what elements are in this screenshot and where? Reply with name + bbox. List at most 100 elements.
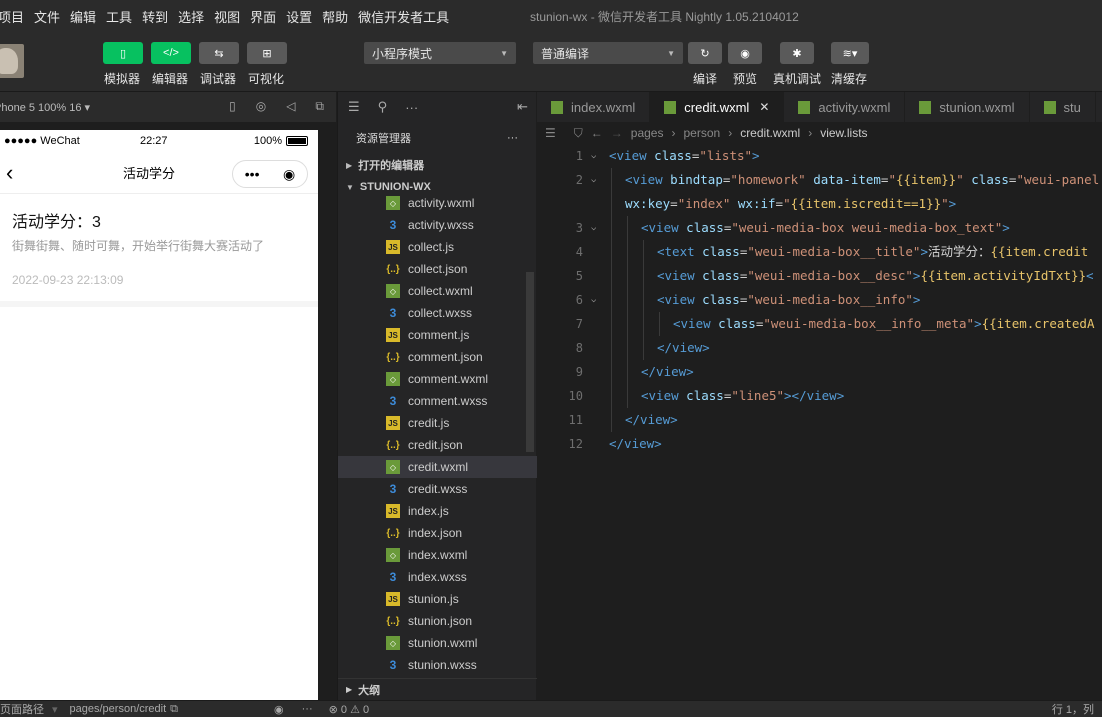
breadcrumb-item[interactable]: person [683,126,720,140]
file-item[interactable]: ◇ credit.wxml [338,456,537,478]
file-item[interactable]: {..} comment.json [338,346,537,368]
copy-icon[interactable]: ⧉ [170,703,178,716]
wxml-file-icon: ◇ [386,636,400,650]
fold-chevron-icon[interactable]: ⌵ [591,168,596,192]
avatar[interactable] [0,44,24,78]
editor-tab[interactable]: activity.wxml [784,92,906,122]
clear-cache-button[interactable]: ≋▾ [831,42,869,64]
menu-item[interactable]: 微信开发者工具 [358,7,449,26]
more-dots-icon[interactable]: ••• [245,166,260,182]
record-icon[interactable]: ◎ [256,99,266,114]
breadcrumb-item[interactable]: view.lists [820,126,867,140]
breadcrumb-item[interactable]: credit.wxml [740,126,800,140]
file-item[interactable]: ◇ activity.wxml [338,192,537,214]
file-item[interactable]: JS stunion.js [338,588,537,610]
arrow-right-icon[interactable]: → [611,126,623,140]
file-item[interactable]: 3 collect.wxss [338,302,537,324]
editor-tab[interactable]: stunion.wxml [905,92,1030,122]
explorer-scrollbar[interactable] [526,272,534,452]
file-item[interactable]: {..} stunion.json [338,610,537,632]
fold-chevron-icon[interactable]: ⌵ [591,288,596,312]
file-item[interactable]: ◇ collect.wxml [338,280,537,302]
menu-item[interactable]: 文件 [34,7,60,26]
breadcrumb: ☰ ⛉ ← → pages › person › credit.wxml › view… [537,122,1102,144]
indent-guide [611,192,612,216]
code-line: wx:key="index" wx:if="{{item.iscredit==1… [537,192,1102,216]
menu-item[interactable]: 工具 [106,7,132,26]
capsule-menu[interactable]: ••• ◉ [232,160,308,188]
list-icon[interactable]: ☰ [348,99,360,115]
eye-icon[interactable]: ◉ [274,703,284,716]
cursor-position[interactable]: 行 1，列 [1052,701,1094,717]
file-item[interactable]: JS credit.js [338,412,537,434]
compile-mode-select[interactable]: 普通编译 ▼ [533,42,683,64]
open-editors-section[interactable]: ▶ 打开的编辑器 [338,154,536,176]
file-item[interactable]: JS comment.js [338,324,537,346]
file-item[interactable]: JS collect.js [338,236,537,258]
outline-section[interactable]: ▶ 大纲 [338,678,537,700]
phone-status-bar: ●●●●● WeChat 22:27 100% [0,130,318,152]
code-editor[interactable]: 1 ⌵ <view class="lists"> 2 ⌵ <view bindtap="h… [537,144,1102,700]
file-item[interactable]: JS index.js [338,500,537,522]
page-path[interactable]: pages/person/credit [70,703,167,715]
credit-card[interactable]: 活动学分：3 街舞街舞、随时可舞，开始举行街舞大赛活动了 2022-09-23 … [0,194,318,307]
battery: 100% [254,135,308,147]
fold-chevron-icon[interactable]: ⌵ [591,216,596,240]
menu-item[interactable]: 选择 [178,7,204,26]
editor-tab[interactable]: credit.wxml ✕ [650,92,785,122]
arrow-left-icon[interactable]: ← [591,126,603,140]
indent-guide [627,384,628,408]
file-item[interactable]: ◇ index.wxml [338,544,537,566]
file-item[interactable]: 3 activity.wxss [338,214,537,236]
file-item[interactable]: {..} index.json [338,522,537,544]
device-select[interactable]: Phone 5 100% 16 ▾ [0,101,90,114]
more-icon[interactable]: ··· [507,132,518,144]
preview-button[interactable]: ◉ [728,42,762,64]
menu-item[interactable]: 项目 [0,7,24,26]
tab-label: stunion.wxml [939,99,1015,115]
debugger-toggle-button[interactable]: ⇆ [199,42,239,64]
breadcrumb-item[interactable]: pages [631,126,664,140]
remote-debug-button[interactable]: ✱ [780,42,814,64]
menu-item[interactable]: 设置 [286,7,312,26]
menu-item[interactable]: 帮助 [322,7,348,26]
file-item[interactable]: ◇ stunion.wxml [338,632,537,654]
compile-label: 编译 [693,72,718,86]
simulator-toggle-button[interactable]: ▯ [103,42,143,64]
editor-toggle-button[interactable]: </> [151,42,191,64]
phone-icon[interactable]: ▯ [229,99,236,114]
file-item[interactable]: {..} credit.json [338,434,537,456]
problems-indicator[interactable]: ⊗ 0 ⚠ 0 [329,703,369,716]
menu-item[interactable]: 转到 [142,7,168,26]
mode-select[interactable]: 小程序模式 ▼ [364,42,516,64]
bookmark-icon[interactable]: ⛉ [574,126,583,141]
file-item[interactable]: 3 stunion.wxss [338,654,537,672]
compile-button[interactable]: ↻ [688,42,722,64]
visual-toggle-button[interactable]: ⊞ [247,42,287,64]
file-item[interactable]: 3 comment.wxss [338,390,537,412]
window-icon[interactable]: ⧉ [315,99,324,114]
editor-tab[interactable]: index.wxml [537,92,651,122]
editor-tab[interactable]: stu [1030,92,1096,122]
menu-item[interactable]: 界面 [250,7,276,26]
file-item[interactable]: ◇ comment.wxml [338,368,537,390]
fold-chevron-icon[interactable]: ⌵ [591,144,596,168]
file-item[interactable]: 3 credit.wxss [338,478,537,500]
list-icon[interactable]: ☰ [545,126,556,140]
close-icon[interactable]: ✕ [759,100,769,114]
code-text: <view class="line5"></view> [641,388,845,403]
line-number: 6 [575,293,583,307]
file-name: comment.wxss [408,394,488,408]
file-item[interactable]: {..} collect.json [338,258,537,280]
menu-item[interactable]: 编辑 [70,7,96,26]
indent-guide [627,360,628,384]
collapse-panel-icon[interactable]: ⇤ [517,99,528,115]
more-icon[interactable]: ··· [302,703,313,715]
menu-item[interactable]: 视图 [214,7,240,26]
file-item[interactable]: 3 index.wxss [338,566,537,588]
json-file-icon: {..} [386,527,400,539]
close-circle-icon[interactable]: ◉ [283,166,295,183]
volume-icon[interactable]: ◁ [286,99,295,114]
search-icon[interactable]: ⚲ [378,99,388,115]
more-icon[interactable]: ··· [405,100,418,115]
